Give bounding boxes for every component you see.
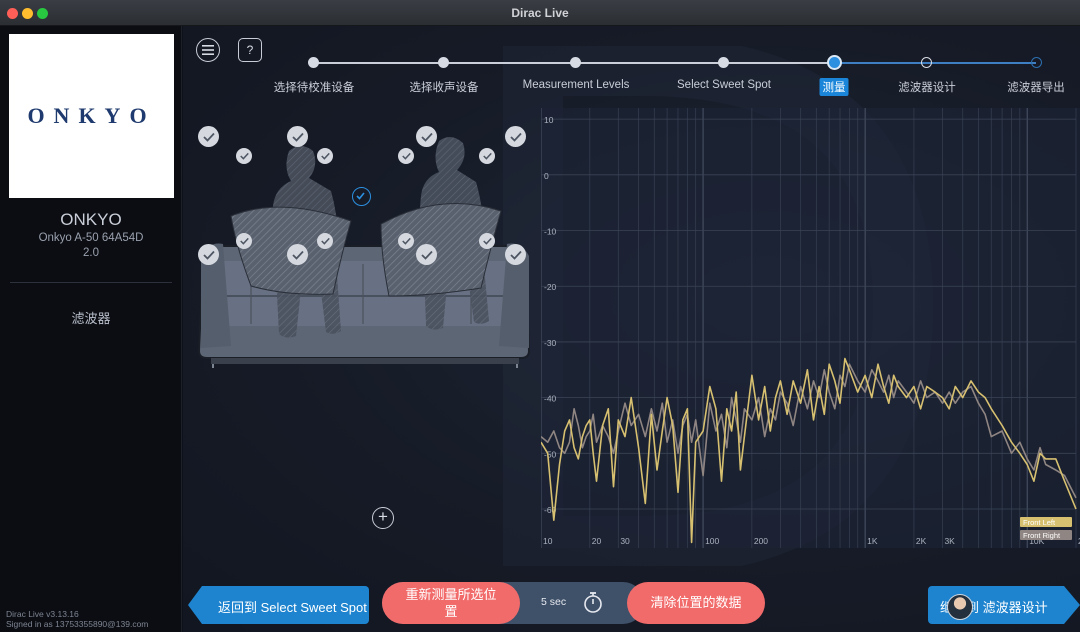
checkmark-icon bbox=[291, 132, 304, 142]
step-label-filter-export[interactable]: 滤波器导出 bbox=[1007, 79, 1065, 95]
window-title: Dirac Live bbox=[511, 6, 569, 20]
help-icon: ? bbox=[246, 43, 254, 57]
step-label-filter-design[interactable]: 滤波器设计 bbox=[898, 79, 956, 95]
listening-scene bbox=[191, 96, 536, 396]
step-label-sweetspot[interactable]: Select Sweet Spot bbox=[677, 79, 771, 91]
timer-value[interactable]: 5 sec bbox=[541, 596, 566, 608]
plus-icon: + bbox=[378, 507, 388, 526]
remeasure-button[interactable]: 重新测量所选位 置 bbox=[382, 582, 520, 624]
selected-position-marker[interactable] bbox=[352, 187, 371, 206]
step-label-mic[interactable]: 选择收声设备 bbox=[410, 79, 479, 95]
checkmark-icon bbox=[420, 250, 433, 260]
position-marker[interactable] bbox=[416, 244, 437, 265]
step-dot-levels[interactable] bbox=[570, 57, 581, 68]
sidebar-divider bbox=[10, 282, 172, 283]
device-logo: ONKYO bbox=[9, 34, 174, 198]
checkmark-icon bbox=[320, 237, 330, 245]
sidebar: ONKYO ONKYO Onkyo A-50 64A54D 2.0 滤波器 Di… bbox=[0, 26, 182, 632]
checkmark-icon bbox=[420, 132, 433, 142]
chart-x-tick-label: 3K bbox=[944, 536, 955, 546]
position-marker[interactable] bbox=[287, 126, 308, 147]
remeasure-label-line2: 置 bbox=[444, 604, 458, 619]
frequency-response-chart: 100-10-20-30-40-50-6010 20 30 100 200 1K 2K 3K 1… bbox=[541, 108, 1080, 548]
chart-x-tick-label: 10 bbox=[543, 536, 553, 546]
add-position-button[interactable]: + bbox=[372, 507, 394, 529]
position-marker[interactable] bbox=[479, 233, 495, 249]
clear-position-data-button[interactable]: 清除位置的数据 bbox=[627, 582, 765, 624]
chart-x-tick-label: 100 bbox=[705, 536, 719, 546]
chart-y-tick-label: -30 bbox=[544, 338, 557, 348]
chart-x-tick-label: 30 bbox=[620, 536, 630, 546]
back-button-label: 返回到 Select Sweet Spot bbox=[218, 600, 367, 615]
position-marker[interactable] bbox=[198, 126, 219, 147]
position-marker[interactable] bbox=[398, 148, 414, 164]
back-button[interactable]: 返回到 Select Sweet Spot bbox=[188, 586, 369, 624]
chart-y-tick-label: -40 bbox=[544, 394, 557, 404]
step-dot-device[interactable] bbox=[308, 57, 319, 68]
position-marker[interactable] bbox=[236, 233, 252, 249]
checkmark-icon bbox=[356, 192, 365, 200]
avatar[interactable] bbox=[947, 594, 973, 620]
device-model: Onkyo A-50 64A54D bbox=[38, 232, 144, 244]
step-label-device[interactable]: 选择待校准设备 bbox=[274, 79, 355, 95]
position-marker[interactable] bbox=[505, 244, 526, 265]
chart-x-tick-label: 200 bbox=[754, 536, 768, 546]
checkmark-icon bbox=[320, 152, 330, 160]
position-marker[interactable] bbox=[287, 244, 308, 265]
position-marker[interactable] bbox=[317, 233, 333, 249]
position-marker[interactable] bbox=[479, 148, 495, 164]
chart-y-tick-label: 10 bbox=[544, 115, 554, 125]
chart-y-tick-label: -10 bbox=[544, 227, 557, 237]
chart-legend-label: Front Left bbox=[1023, 518, 1056, 527]
checkmark-icon bbox=[401, 152, 411, 160]
checkmark-icon bbox=[239, 237, 249, 245]
position-marker[interactable] bbox=[416, 126, 437, 147]
remeasure-label-line1: 重新测量所选位 bbox=[405, 587, 497, 602]
device-version: 2.0 bbox=[83, 247, 99, 259]
position-marker[interactable] bbox=[198, 244, 219, 265]
position-marker[interactable] bbox=[398, 233, 414, 249]
checkmark-icon bbox=[202, 250, 215, 260]
menu-button[interactable] bbox=[196, 38, 220, 62]
hamburger-menu-icon bbox=[202, 45, 214, 55]
window-titlebar: Dirac Live bbox=[0, 0, 1080, 26]
checkmark-icon bbox=[509, 132, 522, 142]
checkmark-icon bbox=[509, 250, 522, 260]
checkmark-icon bbox=[482, 237, 492, 245]
chart-x-tick-label: 2K bbox=[916, 536, 927, 546]
checkmark-icon bbox=[202, 132, 215, 142]
checkmark-icon bbox=[482, 152, 492, 160]
step-dot-sweetspot[interactable] bbox=[718, 57, 729, 68]
step-dot-filter-design[interactable] bbox=[921, 57, 932, 68]
signed-in-user: Signed in as 13753355890@139.com bbox=[6, 619, 149, 629]
step-label-measure[interactable]: 测量 bbox=[819, 78, 849, 96]
step-dot-measure[interactable] bbox=[827, 55, 842, 70]
chart-plot-area bbox=[541, 108, 1080, 548]
position-marker[interactable] bbox=[505, 126, 526, 147]
remeasure-group: 重新测量所选位 置 5 sec bbox=[382, 582, 644, 624]
app-version: Dirac Live v3.13.16 bbox=[6, 609, 79, 619]
checkmark-icon bbox=[239, 152, 249, 160]
checkmark-icon bbox=[401, 237, 411, 245]
device-name: ONKYO bbox=[60, 210, 122, 229]
position-marker[interactable] bbox=[317, 148, 333, 164]
position-marker[interactable] bbox=[236, 148, 252, 164]
chart-y-tick-label: -20 bbox=[544, 282, 557, 292]
step-dot-filter-export[interactable] bbox=[1031, 57, 1042, 68]
step-label-levels[interactable]: Measurement Levels bbox=[523, 79, 630, 91]
help-button[interactable]: ? bbox=[238, 38, 262, 62]
onkyo-logo-text: ONKYO bbox=[27, 103, 156, 128]
chart-x-tick-label: 1K bbox=[867, 536, 878, 546]
stopwatch-icon[interactable] bbox=[583, 591, 603, 614]
checkmark-icon bbox=[291, 250, 304, 260]
step-dot-mic[interactable] bbox=[438, 57, 449, 68]
stepper-line-remaining bbox=[834, 62, 1036, 64]
sidebar-item-filter[interactable]: 滤波器 bbox=[0, 308, 182, 327]
main-panel: ? 选择待校准设备 选择收声设备 Measurement Levels Sele… bbox=[183, 26, 1080, 632]
chart-y-tick-label: 0 bbox=[544, 171, 549, 181]
chart-x-tick-label: 20 bbox=[592, 536, 602, 546]
chart-legend-label: Front Right bbox=[1023, 531, 1061, 540]
